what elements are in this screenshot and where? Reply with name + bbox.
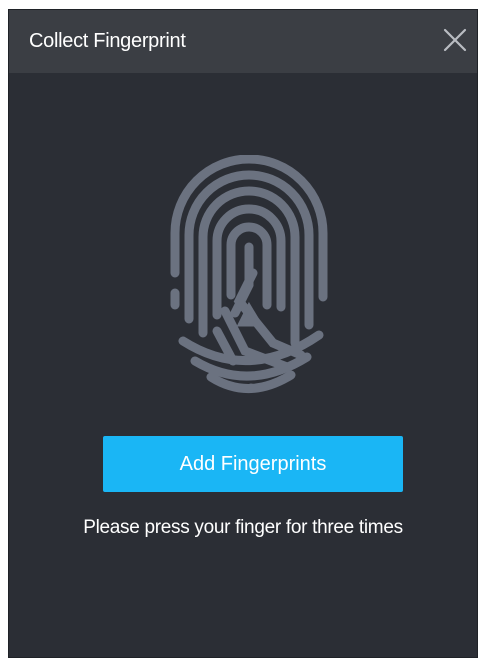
title-bar: Collect Fingerprint <box>9 10 477 73</box>
fingerprint-icon <box>170 155 328 393</box>
collect-fingerprint-dialog: Collect Fingerprint Add Fingerprints Ple… <box>8 9 478 658</box>
add-fingerprints-button[interactable]: Add Fingerprints <box>103 436 403 492</box>
close-button[interactable] <box>441 26 469 54</box>
dialog-title: Collect Fingerprint <box>29 30 186 52</box>
close-icon <box>443 28 467 52</box>
instruction-text: Please press your finger for three times <box>83 517 403 538</box>
